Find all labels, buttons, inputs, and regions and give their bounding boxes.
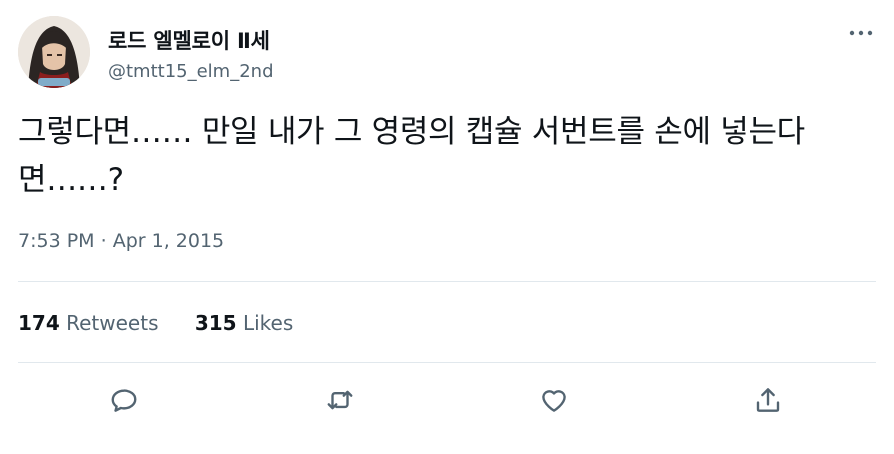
tweet-time[interactable]: 7:53 PM [18,230,95,252]
heart-icon [542,390,566,412]
author-display-name[interactable]: 로드 엘멜로이 Ⅱ세 [108,25,270,55]
meta-separator: · [100,230,107,252]
retweet-icon [327,390,353,410]
tweet-stats: 174 Retweets 315 Likes [18,311,293,335]
retweets-stat[interactable]: 174 Retweets [18,311,158,335]
more-horizontal-icon [849,30,873,36]
divider [18,362,876,363]
reply-icon [111,389,137,412]
tweet-date[interactable]: Apr 1, 2015 [113,230,224,252]
divider [18,281,876,282]
share-icon [756,388,780,412]
like-button[interactable] [534,380,574,420]
tweet-timestamp: 7:53 PM · Apr 1, 2015 [18,230,224,252]
tweet-text: 그렇다면…… 만일 내가 그 영령의 캡슐 서번트를 손에 넣는다면……? [18,114,805,198]
reply-button[interactable] [104,380,144,420]
tweet-actions [0,380,894,420]
likes-count: 315 [194,311,237,335]
share-button[interactable] [748,380,788,420]
likes-stat[interactable]: 315 Likes [195,311,293,335]
retweets-label: Retweets [66,311,159,335]
likes-label: Likes [242,311,294,335]
author-handle[interactable]: @tmtt15_elm_2nd [108,61,274,82]
retweets-count: 174 [18,311,60,335]
more-options-button[interactable] [846,22,876,44]
avatar-image [18,16,90,88]
tweet-card: 로드 엘멜로이 Ⅱ세 @tmtt15_elm_2nd 그렇다면…… 만일 내가 … [0,0,894,454]
retweet-button[interactable] [320,380,360,420]
avatar[interactable] [18,16,90,88]
